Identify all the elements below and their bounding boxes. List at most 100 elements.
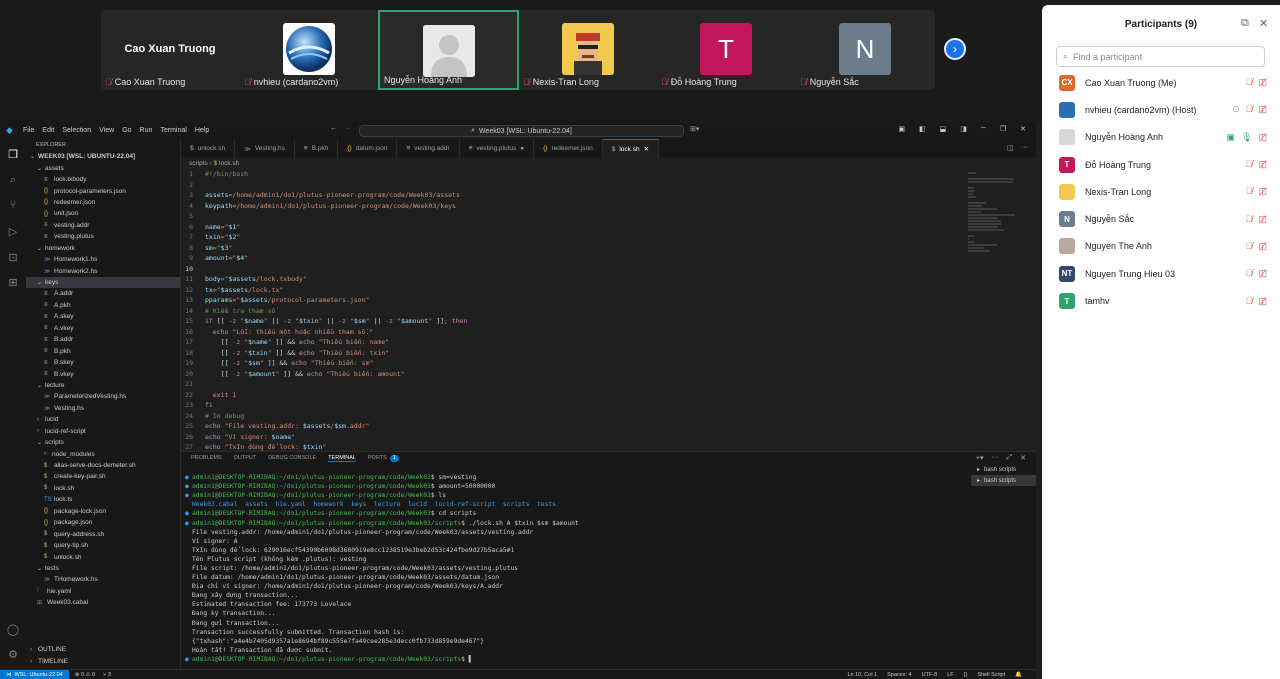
video-off-icon[interactable]: ◫̸: [1258, 214, 1267, 225]
terminal-output[interactable]: ● admin1@DESKTOP-RIMIBAQ:~/do1/plutus-pio…: [185, 473, 970, 664]
terminal-instance[interactable]: ▸ bash scripts: [971, 475, 1036, 486]
cursor-position[interactable]: Ln 10, Col 1: [847, 672, 877, 678]
tree-file[interactable]: $ create-key-pair.sh: [26, 471, 180, 482]
editor-tab[interactable]: $ lock.sh ✕: [602, 139, 660, 158]
video-tile[interactable]: Cao Xuan Truong 🎙̸ Cao Xuan Truong: [101, 10, 239, 90]
tree-file[interactable]: ≡ vesting.plutus: [26, 231, 180, 242]
run-debug-icon[interactable]: ▷: [6, 224, 20, 238]
menu-view[interactable]: View: [99, 127, 114, 134]
participant-search-input[interactable]: ⌕ Find a participant: [1056, 46, 1265, 67]
tree-file[interactable]: $ lock.sh: [26, 483, 180, 494]
account-icon[interactable]: ◯: [6, 622, 20, 636]
panel-tab-ports[interactable]: PORTS: [368, 455, 387, 462]
video-off-icon[interactable]: ◫̸: [1258, 268, 1267, 279]
tree-file[interactable]: $ query-address.sh: [26, 528, 180, 539]
layout-icon[interactable]: ▣: [898, 125, 905, 133]
tree-file[interactable]: ≫ Homework1.hs: [26, 254, 180, 265]
breadcrumb-file[interactable]: lock.sh: [219, 160, 239, 167]
video-off-icon[interactable]: ◫̸: [1258, 77, 1267, 88]
video-tile[interactable]: 🎙̸ Nexis-Tran Long: [519, 10, 657, 90]
participant-row[interactable]: T Đỗ Hoàng Trung 🎙̸ ◫̸: [1042, 151, 1280, 178]
tree-file[interactable]: ≡ A.vkey: [26, 323, 180, 334]
editor-tab[interactable]: ≡ vesting.addr: [397, 139, 460, 158]
forward-arrow-icon[interactable]: →: [344, 125, 351, 132]
terminal-instance[interactable]: ▸ bash scripts: [971, 464, 1036, 475]
maximize-panel-icon[interactable]: ⤢: [1007, 454, 1013, 462]
restore-icon[interactable]: ❐: [1000, 125, 1006, 133]
timeline-section[interactable]: › TIMELINE: [26, 656, 180, 667]
encoding[interactable]: UTF-8: [922, 672, 938, 678]
ports-count[interactable]: ⑂ 3: [103, 672, 111, 678]
tree-folder[interactable]: ⌄ tests: [26, 563, 180, 574]
minimize-icon[interactable]: ─: [981, 125, 986, 133]
unsaved-dot-icon[interactable]: ●: [520, 145, 524, 152]
tree-file[interactable]: ! hie.yaml: [26, 586, 180, 597]
sidebar-toggle-icon[interactable]: ◧: [919, 125, 926, 133]
video-tile[interactable]: 🎙̸ nvhieu (cardano2vm): [240, 10, 378, 90]
participant-row[interactable]: Ttamhv 🎙̸ ◫̸: [1042, 287, 1280, 314]
notifications-icon[interactable]: 🔔: [1015, 672, 1022, 678]
close-icon[interactable]: ✕: [1259, 17, 1268, 30]
mic-on-icon[interactable]: 🎙: [1241, 132, 1252, 143]
tree-folder[interactable]: ⌄ assets: [26, 162, 180, 173]
video-off-icon[interactable]: ◫̸: [1258, 132, 1267, 143]
mic-off-icon[interactable]: 🎙̸: [1246, 159, 1253, 170]
tree-file[interactable]: TS lock.ts: [26, 494, 180, 505]
tree-file[interactable]: ≫ Homework2.hs: [26, 265, 180, 276]
tree-file[interactable]: ≡ vesting.addr: [26, 220, 180, 231]
tree-folder[interactable]: › lucid: [26, 414, 180, 425]
remote-explorer-icon[interactable]: ⊡: [6, 250, 20, 264]
tree-folder[interactable]: › node_modules: [26, 448, 180, 459]
tree-file[interactable]: ≡ A.skey: [26, 311, 180, 322]
video-off-icon[interactable]: ◫̸: [1258, 241, 1267, 252]
tree-file[interactable]: {} redeemer.json: [26, 197, 180, 208]
mic-off-icon[interactable]: 🎙̸: [1246, 104, 1253, 115]
command-center[interactable]: ⌕ Week03 [WSL: Ubuntu-22.04]: [359, 125, 684, 137]
tree-file[interactable]: ≡ lock.txbody: [26, 174, 180, 185]
participant-row[interactable]: Nguyen The Anh 🎙̸ ◫̸: [1042, 233, 1280, 260]
extensions-icon[interactable]: ⊞: [6, 275, 20, 289]
indentation[interactable]: Spaces: 4: [887, 672, 911, 678]
editor-tab[interactable]: {} datum.json: [338, 139, 398, 158]
mic-off-icon[interactable]: 🎙̸: [1246, 296, 1253, 307]
video-off-icon[interactable]: ◫̸: [1258, 186, 1267, 197]
mic-off-icon[interactable]: 🎙̸: [1246, 241, 1253, 252]
tree-file[interactable]: ≫ THomework.hs: [26, 574, 180, 585]
more-actions-icon[interactable]: ···: [992, 454, 999, 462]
video-tile[interactable]: N 🎙̸ Nguyễn Sắc: [796, 10, 934, 90]
editor-tab[interactable]: ≡ vesting.plutus ●: [460, 139, 535, 158]
language-mode[interactable]: Shell Script: [977, 672, 1005, 678]
tree-file[interactable]: $ unlock.sh: [26, 551, 180, 562]
tree-file[interactable]: ≡ B.skey: [26, 357, 180, 368]
close-panel-icon[interactable]: ✕: [1020, 454, 1026, 462]
tree-file[interactable]: {} unit.json: [26, 208, 180, 219]
tree-file[interactable]: ≡ B.pkh: [26, 345, 180, 356]
tree-file[interactable]: ≡ A.addr: [26, 288, 180, 299]
outline-section[interactable]: › OUTLINE: [26, 644, 180, 655]
secondary-sidebar-icon[interactable]: ◨: [960, 125, 967, 133]
video-tile[interactable]: T 🎙̸ Đỗ Hoàng Trung: [657, 10, 795, 90]
panel-tab-debug-console[interactable]: DEBUG CONSOLE: [268, 455, 316, 462]
participant-row[interactable]: Nexis-Tran Long 🎙̸ ◫̸: [1042, 178, 1280, 205]
copilot-icon[interactable]: ⊞▾: [690, 125, 699, 133]
menu-selection[interactable]: Selection: [62, 127, 91, 134]
tree-file[interactable]: $ alias-serve-docs-demeter.sh: [26, 460, 180, 471]
tree-file[interactable]: ≡ B.vkey: [26, 368, 180, 379]
popout-icon[interactable]: ⧉: [1241, 17, 1249, 30]
participant-row[interactable]: nvhieu (cardano2vm) (Host) ⊙ 🎙̸ ◫̸: [1042, 96, 1280, 123]
breadcrumb-folder[interactable]: scripts: [189, 160, 208, 167]
mic-off-icon[interactable]: 🎙̸: [1246, 268, 1253, 279]
tree-file[interactable]: {} package.json: [26, 517, 180, 528]
participant-row[interactable]: NT Nguyen Trung Hieu 03 🎙̸ ◫̸: [1042, 260, 1280, 287]
menu-file[interactable]: File: [23, 127, 34, 134]
video-off-icon[interactable]: ◫̸: [1258, 296, 1267, 307]
tree-file[interactable]: {} package-lock.json: [26, 506, 180, 517]
video-off-icon[interactable]: ◫̸: [1258, 104, 1267, 115]
tree-file[interactable]: ≡ A.pkh: [26, 300, 180, 311]
panel-toggle-icon[interactable]: ⬓: [940, 125, 947, 133]
panel-tab-output[interactable]: OUTPUT: [234, 455, 257, 462]
editor-tab[interactable]: ≫ Vesting.hs: [235, 139, 295, 158]
source-control-icon[interactable]: ⑂: [6, 198, 20, 212]
tree-file[interactable]: $ query-tip.sh: [26, 540, 180, 551]
participant-row[interactable]: N Nguyễn Sắc 🎙̸ ◫̸: [1042, 205, 1280, 232]
